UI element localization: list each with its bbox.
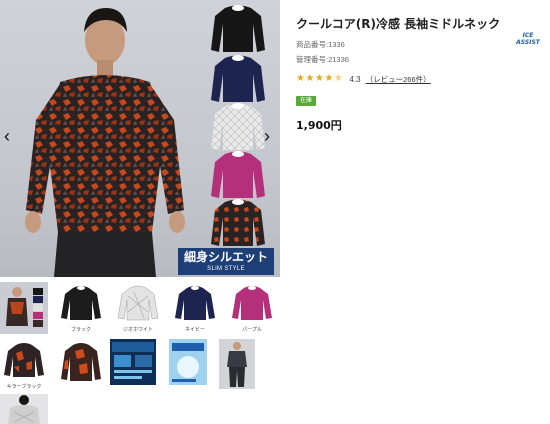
thumbnail-promo-cooling[interactable] xyxy=(110,339,156,385)
slim-badge-main-text: 細身シルエット xyxy=(183,250,268,264)
thumbnail-black[interactable]: ブラック xyxy=(57,282,105,334)
thumbnail-promo-ice[interactable] xyxy=(169,339,207,385)
next-image-arrow[interactable]: › xyxy=(260,126,274,146)
slim-badge-sub-text: SLIM STYLE xyxy=(207,266,245,272)
shirt-thumbnail-image xyxy=(61,286,101,320)
stock-status-badge: 在庫 xyxy=(296,96,317,106)
shirt-thumbnail-image xyxy=(175,286,215,320)
thumbnail-model-full[interactable] xyxy=(219,339,255,389)
svg-text:ASSIST: ASSIST xyxy=(515,39,541,46)
thumbnail-main[interactable] xyxy=(0,282,48,334)
thumbnail-caption: キラーブラック xyxy=(6,384,42,390)
thumbnail-caption: ブラック xyxy=(70,327,91,333)
brand-logo: ICE ASSIST xyxy=(515,32,541,46)
shirt-thumbnail-image xyxy=(117,285,159,321)
prev-image-arrow[interactable]: ‹ xyxy=(0,126,14,146)
product-price: 1,900円 xyxy=(296,119,342,132)
slim-style-badge: 細身シルエット SLIM STYLE xyxy=(178,248,274,275)
product-title: クールコア(R)冷感 長袖ミドルネック xyxy=(296,17,501,31)
model-thumbnail-image xyxy=(0,394,48,424)
promo-thumbnail-image xyxy=(110,339,156,385)
model-thumbnail-image xyxy=(219,339,255,389)
thumbnail-caption: ネイビー xyxy=(184,327,205,333)
half-star-icon: ★ xyxy=(334,73,343,84)
star-icon: ★ xyxy=(296,73,305,84)
model-photo xyxy=(25,8,185,277)
shirt-thumbnail-image xyxy=(4,343,44,377)
star-icon: ★ xyxy=(305,73,315,84)
product-info-panel: クールコア(R)冷感 長袖ミドルネック 商品番号:1336 管理番号:21336… xyxy=(296,14,546,133)
thumbnail-camo-back[interactable] xyxy=(57,339,105,391)
star-icon: ★ xyxy=(315,73,324,84)
product-number: 商品番号:1336 xyxy=(296,40,345,49)
thumbnail-navy[interactable]: ネイビー xyxy=(171,282,219,334)
svg-text:ICE: ICE xyxy=(523,32,535,39)
main-product-image[interactable]: ‹ › 細身シルエット SLIM STYLE xyxy=(0,0,280,277)
promo-thumbnail-image xyxy=(169,339,207,385)
thumbnail-caption: パープル xyxy=(242,327,262,333)
thumbnail-caption: ジオホワイト xyxy=(122,327,153,333)
review-count-link[interactable]: （レビュー266件） xyxy=(366,74,431,85)
star-icon: ★ xyxy=(324,73,334,84)
rating-value: 4.3 xyxy=(349,74,361,84)
thumbnail-back-view[interactable] xyxy=(0,394,48,424)
shirt-thumbnail-image xyxy=(232,286,272,320)
thumbnail-killer-black[interactable]: キラーブラック xyxy=(0,339,48,391)
rating-row: ★ ★ ★ ★ ★ 4.3 （レビュー266件） xyxy=(296,72,546,86)
thumbnail-geo-white[interactable]: ジオホワイト xyxy=(114,282,162,334)
thumbnail-image xyxy=(0,282,48,334)
thumbnail-purple[interactable]: パープル xyxy=(228,282,276,334)
rating-stars: ★ ★ ★ ★ ★ xyxy=(296,73,344,85)
shirt-thumbnail-image xyxy=(61,343,101,381)
management-number: 管理番号:21336 xyxy=(296,55,349,64)
